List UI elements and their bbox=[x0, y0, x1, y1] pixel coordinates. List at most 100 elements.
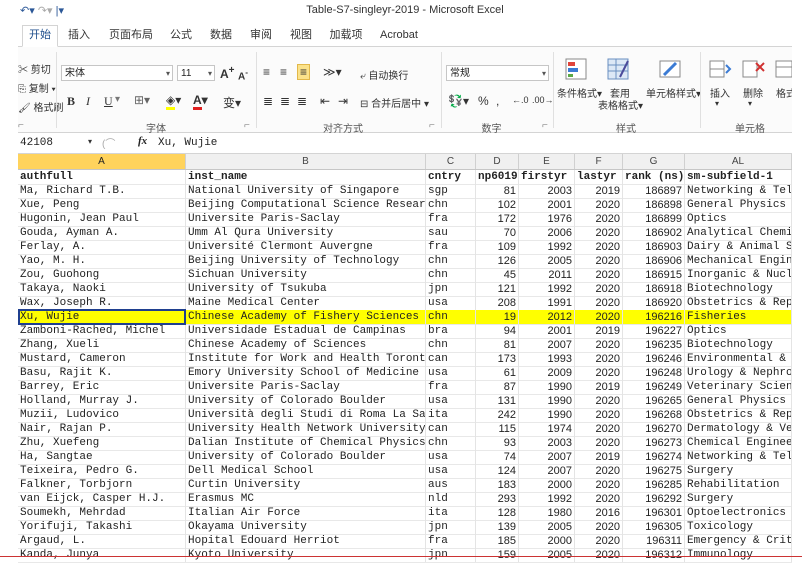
table-cell[interactable]: 2003 bbox=[519, 436, 575, 450]
table-cell[interactable]: 2020 bbox=[575, 282, 623, 296]
table-cell[interactable]: Okayama University bbox=[186, 520, 426, 534]
table-cell[interactable]: 196275 bbox=[623, 464, 685, 478]
format-as-table-button[interactable]: 表格格式▾ bbox=[598, 97, 643, 112]
table-cell[interactable]: Soumekh, Mehrdad bbox=[18, 506, 186, 520]
percent-button[interactable]: % bbox=[478, 94, 489, 108]
table-cell[interactable]: fra bbox=[426, 380, 476, 394]
font-color-icon[interactable]: A▾ bbox=[193, 93, 208, 110]
tab-acrobat[interactable]: Acrobat bbox=[374, 26, 424, 46]
table-cell[interactable]: 45 bbox=[476, 268, 519, 282]
table-cell[interactable]: Erasmus MC bbox=[186, 492, 426, 506]
table-cell[interactable]: 1990 bbox=[519, 394, 575, 408]
table-cell[interactable]: Dairy & Animal S bbox=[685, 240, 792, 254]
table-cell[interactable]: Falkner, Torbjorn bbox=[18, 478, 186, 492]
column-header-b[interactable]: B bbox=[186, 154, 426, 169]
table-cell[interactable]: Zou, Guohong bbox=[18, 268, 186, 282]
tab-page-layout[interactable]: 页面布局 bbox=[102, 26, 160, 46]
table-cell[interactable]: 121 bbox=[476, 282, 519, 296]
table-cell[interactable]: 186920 bbox=[623, 296, 685, 310]
table-cell[interactable]: Networking & Tel bbox=[685, 184, 792, 198]
table-cell[interactable]: 1991 bbox=[519, 296, 575, 310]
table-cell[interactable]: Mechanical Engin bbox=[685, 254, 792, 268]
table-cell[interactable]: 2003 bbox=[519, 184, 575, 198]
delete-dropdown-icon[interactable]: ▾ bbox=[748, 99, 752, 108]
table-cell[interactable]: Italian Air Force bbox=[186, 506, 426, 520]
table-cell[interactable]: 124 bbox=[476, 464, 519, 478]
table-cell[interactable]: Kanda, Junya bbox=[18, 548, 186, 562]
table-cell[interactable]: can bbox=[426, 352, 476, 366]
table-cell[interactable]: Maine Medical Center bbox=[186, 296, 426, 310]
header-cell[interactable]: np6019 bbox=[476, 170, 519, 184]
table-cell[interactable]: Inorganic & Nucl bbox=[685, 268, 792, 282]
table-cell[interactable]: 2011 bbox=[519, 268, 575, 282]
table-cell[interactable]: 196265 bbox=[623, 394, 685, 408]
table-cell[interactable]: Networking & Tel bbox=[685, 450, 792, 464]
table-cell[interactable]: Ma, Richard T.B. bbox=[18, 184, 186, 198]
table-cell[interactable]: Muzii, Ludovico bbox=[18, 408, 186, 422]
table-cell[interactable]: Beijing Computational Science Research bbox=[186, 198, 426, 212]
table-cell[interactable]: 2005 bbox=[519, 254, 575, 268]
table-cell[interactable]: 128 bbox=[476, 506, 519, 520]
column-header-a[interactable]: A bbox=[18, 154, 186, 169]
table-cell[interactable]: General Physics bbox=[685, 394, 792, 408]
align-bottom-icon[interactable]: ≡ bbox=[297, 64, 311, 80]
table-cell[interactable]: 173 bbox=[476, 352, 519, 366]
table-cell[interactable]: 61 bbox=[476, 366, 519, 380]
header-cell[interactable]: lastyr bbox=[575, 170, 623, 184]
table-cell[interactable]: 293 bbox=[476, 492, 519, 506]
table-cell[interactable]: Chinese Academy of Fishery Sciences bbox=[186, 310, 426, 324]
table-cell[interactable]: 185 bbox=[476, 534, 519, 548]
table-cell[interactable]: Mustard, Cameron bbox=[18, 352, 186, 366]
table-cell[interactable]: 196292 bbox=[623, 492, 685, 506]
table-cell[interactable]: 186903 bbox=[623, 240, 685, 254]
table-cell[interactable]: General Physics bbox=[685, 198, 792, 212]
table-cell[interactable]: 2007 bbox=[519, 338, 575, 352]
table-cell[interactable]: Gouda, Ayman A. bbox=[18, 226, 186, 240]
table-cell[interactable]: 2020 bbox=[575, 268, 623, 282]
number-format-select[interactable]: 常规 ▾ bbox=[446, 65, 549, 81]
table-cell[interactable]: 2012 bbox=[519, 310, 575, 324]
table-cell[interactable]: 81 bbox=[476, 184, 519, 198]
tab-addins[interactable]: 加载项 bbox=[324, 26, 368, 46]
table-cell[interactable]: 1990 bbox=[519, 408, 575, 422]
number-launcher-icon[interactable]: ⌐ bbox=[542, 120, 548, 131]
table-cell[interactable]: Universite Paris-Saclay bbox=[186, 380, 426, 394]
table-cell[interactable]: 186897 bbox=[623, 184, 685, 198]
header-cell[interactable]: authfull bbox=[18, 170, 186, 184]
conditional-formatting-button[interactable]: 条件格式▾ bbox=[557, 85, 602, 100]
table-cell[interactable]: usa bbox=[426, 296, 476, 310]
table-cell[interactable]: 2020 bbox=[575, 408, 623, 422]
table-cell[interactable]: 2020 bbox=[575, 520, 623, 534]
table-cell[interactable]: bra bbox=[426, 324, 476, 338]
table-cell[interactable]: Xue, Peng bbox=[18, 198, 186, 212]
table-cell[interactable]: chn bbox=[426, 268, 476, 282]
table-cell[interactable]: 115 bbox=[476, 422, 519, 436]
underline-button[interactable]: U bbox=[104, 94, 113, 109]
table-cell[interactable]: usa bbox=[426, 394, 476, 408]
table-cell[interactable]: usa bbox=[426, 366, 476, 380]
table-cell[interactable]: 1992 bbox=[519, 492, 575, 506]
table-cell[interactable]: Zhu, Xuefeng bbox=[18, 436, 186, 450]
table-cell[interactable]: 186918 bbox=[623, 282, 685, 296]
tab-review[interactable]: 审阅 bbox=[244, 26, 278, 46]
table-cell[interactable]: 196312 bbox=[623, 548, 685, 562]
table-cell[interactable]: 2020 bbox=[575, 240, 623, 254]
table-cell[interactable]: fra bbox=[426, 534, 476, 548]
wrap-text-button[interactable]: ⤶ 自动换行 bbox=[360, 67, 408, 82]
decrease-indent-icon[interactable]: ⇤ bbox=[320, 94, 330, 108]
table-cell[interactable]: Umm Al Qura University bbox=[186, 226, 426, 240]
header-cell[interactable]: rank (ns) bbox=[623, 170, 685, 184]
table-cell[interactable]: 172 bbox=[476, 212, 519, 226]
decrease-decimal-icon[interactable]: .00→ bbox=[532, 95, 554, 105]
table-cell[interactable]: 186915 bbox=[623, 268, 685, 282]
shrink-font-button[interactable]: A- bbox=[238, 67, 248, 82]
table-cell[interactable]: 2005 bbox=[519, 520, 575, 534]
table-cell[interactable]: Argaud, L. bbox=[18, 534, 186, 548]
table-cell[interactable]: 1993 bbox=[519, 352, 575, 366]
table-cell[interactable]: 109 bbox=[476, 240, 519, 254]
table-cell[interactable]: 2020 bbox=[575, 352, 623, 366]
table-cell[interactable]: 2020 bbox=[575, 492, 623, 506]
table-cell[interactable]: Università degli Studi di Roma La Sapi bbox=[186, 408, 426, 422]
table-cell[interactable]: chn bbox=[426, 436, 476, 450]
table-cell[interactable]: usa bbox=[426, 450, 476, 464]
